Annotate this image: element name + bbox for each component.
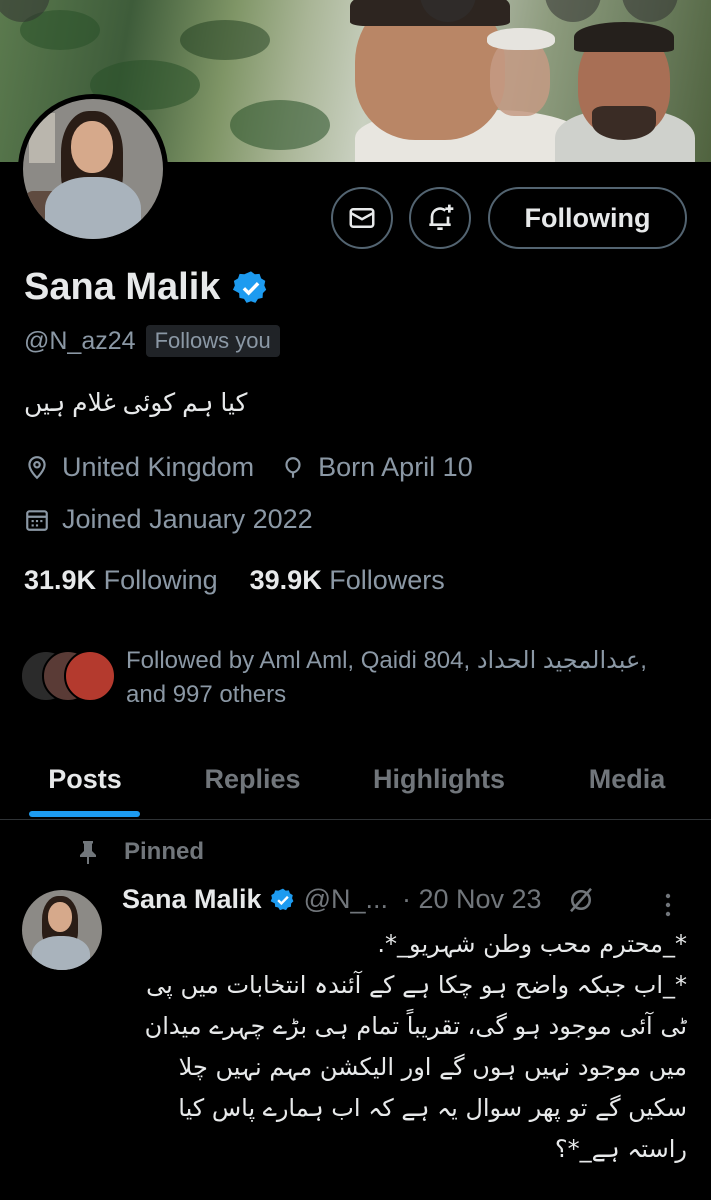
calendar-icon [26,509,48,531]
tab-replies[interactable]: Replies [170,740,335,819]
handle-row: @N_az24 Follows you [24,325,280,357]
following-count: 31.9K [24,565,97,595]
tab-highlights[interactable]: Highlights [335,740,543,819]
profile-tabs: Posts Replies Highlights Media [0,740,711,820]
tab-media[interactable]: Media [543,740,711,819]
location-text: United Kingdom [62,452,255,482]
post-header: Sana Malik @N_... · 20 Nov 23 [122,884,596,915]
message-button[interactable] [331,187,393,249]
joined-text: Joined January 2022 [62,504,313,534]
post-text-line: *_محترم محب وطن شہریو_*. [377,930,687,958]
post-author-name[interactable]: Sana Malik [122,884,262,915]
followers-label: Followers [329,565,445,595]
post-author-handle: @N_... [303,884,388,914]
profile-name: Sana Malik [24,266,270,309]
followed-by-line1: Followed by Aml Aml, Qaidi 804, عبدالمجي… [126,647,647,674]
balloon-icon [285,456,301,478]
post-text-line: ٹی آئی موجود ہو گی، تقریباً تمام ہی بڑے … [144,1012,687,1040]
tab-posts[interactable]: Posts [0,740,170,819]
born-text: Born April 10 [318,452,473,482]
follows-you-badge: Follows you [145,325,280,357]
tab-replies-label: Replies [204,764,301,794]
pinned-indicator: Pinned [76,838,204,866]
profile-handle: @N_az24 [24,326,136,355]
post-text: *_محترم محب وطن شہریو_*. *_اب جبکہ واضح … [122,924,687,1170]
followed-by-text: Followed by Aml Aml, Qaidi 804, عبدالمجي… [126,644,686,712]
following-button[interactable]: Following [488,187,687,249]
mutual-followers[interactable]: Followed by Aml Aml, Qaidi 804, عبدالمجي… [20,644,686,712]
pin-icon [80,841,96,864]
followers-count: 39.9K [249,565,322,595]
following-stat[interactable]: 31.9K Following [24,565,218,596]
bell-plus-icon [429,204,454,230]
meta-row-location: United Kingdom Born April 10 [24,452,473,483]
post-text-line: میں موجود نہیں ہوں گے اور الیکشن مہم نہی… [178,1053,687,1081]
active-tab-indicator [29,811,140,817]
profile-bio: کیا ہم کوئی غلام ہیں [24,389,248,417]
follow-stats: 31.9K Following 39.9K Followers [24,565,445,596]
mail-icon [349,208,375,228]
edited-icon [569,887,592,912]
more-button[interactable] [622,0,678,22]
verified-badge-icon [270,888,293,910]
followed-by-line2: and 997 others [126,681,287,708]
post-date: · 20 Nov 23 [402,884,542,914]
tab-media-label: Media [588,764,666,794]
following-label: Following [103,565,218,595]
followers-stat[interactable]: 39.9K Followers [250,565,445,596]
post-text-line: *_اب جبکہ واضح ہو چکا ہے کے آئندہ انتخاب… [146,971,687,999]
mutual-avatar [64,650,116,702]
post-author-avatar[interactable] [22,890,102,970]
verified-badge-icon [233,270,267,303]
pinned-label: Pinned [124,838,205,865]
post-text-line: سکیں گے تو پھر سوال یہ ہے کہ اب ہمارے پا… [178,1094,687,1122]
tab-highlights-label: Highlights [373,764,505,794]
post-more-button[interactable] [656,890,680,925]
profile-avatar[interactable] [18,94,168,244]
more-vertical-icon [665,893,671,917]
tab-posts-label: Posts [48,764,122,794]
location-pin-icon [28,455,46,479]
profile-name-text: Sana Malik [24,266,221,308]
mutual-avatars [20,650,116,706]
post-text-line: راستہ ہے_*؟ [554,1135,687,1163]
share-button[interactable] [545,0,601,22]
meta-row-joined: Joined January 2022 [24,504,313,535]
notify-button[interactable] [409,187,471,249]
